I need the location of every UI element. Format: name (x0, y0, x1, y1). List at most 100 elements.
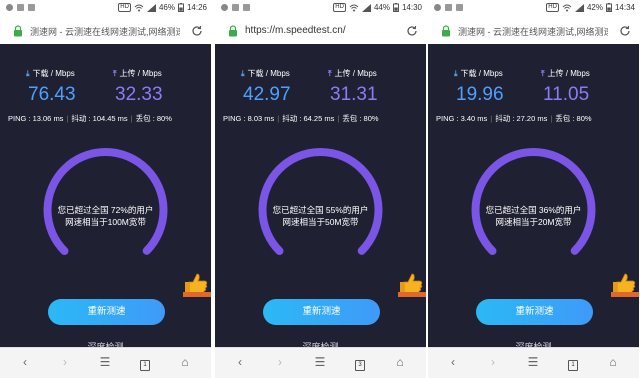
jitter-value: 抖动 : 64.25 ms (282, 114, 335, 123)
app-icon (28, 4, 35, 11)
download-label: ⤓ 下载 / Mbps (241, 68, 290, 79)
retest-button[interactable]: 重新测速 (476, 299, 593, 325)
menu-icon[interactable]: ☰ (98, 355, 112, 369)
loss-value: 丢包 : 80% (342, 114, 379, 123)
browser-nav-bar: ‹ › ☰ 1 ⌂ (0, 347, 211, 378)
notification-icons (434, 4, 463, 11)
tabs-count: 1 (568, 360, 578, 371)
connection-stats: PING : 8.03 ms | 抖动 : 64.25 ms | 丢包 : 80% (223, 114, 379, 123)
back-icon[interactable]: ‹ (18, 355, 32, 369)
reload-icon[interactable] (191, 25, 203, 37)
download-arrow-icon: ⤓ (26, 69, 30, 78)
notification-icon (434, 4, 441, 11)
upload-label: ⤒ 上传 / Mbps (328, 68, 377, 79)
tabs-icon[interactable]: 1 (566, 355, 580, 371)
speedtest-result: ⤓ 下载 / Mbps ⤒ 上传 / Mbps 42.97 31.31 PING :… (215, 44, 426, 347)
address-bar[interactable]: https://m.speedtest.cn/ (215, 18, 426, 45)
lock-icon (14, 25, 22, 37)
gallery-icon (445, 4, 452, 11)
url-text[interactable]: https://m.speedtest.cn/ (245, 25, 395, 39)
thumbs-up-icon (611, 273, 639, 297)
notification-icon (221, 4, 228, 11)
status-bar: HD 42% 14:34 (428, 0, 639, 18)
status-right: HD 46% 14:26 (118, 3, 207, 12)
status-bar: HD 44% 14:30 (215, 0, 426, 18)
upload-arrow-icon: ⤒ (328, 69, 332, 78)
url-text[interactable]: 测速网 - 云测速在线网速测试,网络测速 (30, 25, 180, 39)
download-label-text: 下载 / Mbps (32, 69, 75, 78)
status-bar: HD 46% 14:26 (0, 0, 211, 18)
menu-icon[interactable]: ☰ (313, 355, 327, 369)
reload-icon[interactable] (619, 25, 631, 37)
back-icon[interactable]: ‹ (233, 355, 247, 369)
bandwidth-equivalent: 网速相当于20M宽带 (495, 217, 572, 227)
url-text[interactable]: 测速网 - 云测速在线网速测试,网络测速 (458, 25, 608, 39)
notification-icons (221, 4, 250, 11)
home-icon[interactable]: ⌂ (393, 355, 407, 369)
signal-icon (146, 3, 156, 12)
tabs-count: 3 (355, 360, 365, 371)
lock-icon (229, 25, 237, 37)
bandwidth-equivalent: 网速相当于100M宽带 (65, 217, 146, 227)
battery-percent: 44% (373, 3, 390, 12)
upload-label-text: 上传 / Mbps (119, 69, 162, 78)
upload-label-text: 上传 / Mbps (547, 69, 590, 78)
home-icon[interactable]: ⌂ (606, 355, 620, 369)
reload-icon[interactable] (406, 25, 418, 37)
browser-screen: HD 46% 14:26 测速网 - 云测速在线网速测试,网络测速 ⤓ 下载 / … (0, 0, 211, 378)
ping-value: PING : 3.40 ms (436, 114, 488, 123)
bandwidth-equivalent: 网速相当于50M宽带 (282, 217, 359, 227)
battery-percent: 42% (586, 3, 603, 12)
ping-value: PING : 8.03 ms (223, 114, 275, 123)
hd-badge: HD (118, 3, 131, 12)
battery-icon (177, 3, 184, 12)
browser-nav-bar: ‹ › ☰ 1 ⌂ (428, 347, 639, 378)
percentile-text: 您已超过全国 72%的用户 (57, 205, 154, 215)
clock: 14:34 (614, 3, 635, 12)
speedtest-result: ⤓ 下载 / Mbps ⤒ 上传 / Mbps 76.43 32.33 PING :… (0, 44, 211, 347)
gallery-icon (17, 4, 24, 11)
back-icon[interactable]: ‹ (446, 355, 460, 369)
tabs-icon[interactable]: 1 (138, 355, 152, 371)
browser-screen: HD 42% 14:34 测速网 - 云测速在线网速测试,网络测速 ⤓ 下载 / … (428, 0, 639, 378)
download-arrow-icon: ⤓ (241, 69, 245, 78)
deep-check-link[interactable]: 深度检测 (428, 340, 639, 347)
gallery-icon (232, 4, 239, 11)
forward-icon[interactable]: › (486, 355, 500, 369)
address-bar[interactable]: 测速网 - 云测速在线网速测试,网络测速 (0, 18, 211, 45)
forward-icon[interactable]: › (58, 355, 72, 369)
address-bar[interactable]: 测速网 - 云测速在线网速测试,网络测速 (428, 18, 639, 45)
status-right: HD 44% 14:30 (333, 3, 422, 12)
upload-label-text: 上传 / Mbps (334, 69, 377, 78)
deep-check-link[interactable]: 深度检测 (0, 340, 211, 347)
gauge-arc (43, 148, 168, 256)
home-icon[interactable]: ⌂ (178, 355, 192, 369)
deep-check-link[interactable]: 深度检测 (215, 340, 426, 347)
battery-icon (392, 3, 399, 12)
hd-badge: HD (333, 3, 346, 12)
download-speed: 19.96 (456, 84, 504, 105)
upload-speed: 32.33 (115, 84, 163, 105)
gauge-arc (258, 148, 383, 256)
wifi-icon (349, 4, 359, 11)
upload-label: ⤒ 上传 / Mbps (113, 68, 162, 79)
thumbs-up-icon (398, 273, 426, 297)
browser-screen: HD 44% 14:30 https://m.speedtest.cn/ ⤓ 下载… (215, 0, 426, 378)
jitter-value: 抖动 : 104.45 ms (71, 114, 128, 123)
tabs-icon[interactable]: 3 (353, 355, 367, 371)
upload-label: ⤒ 上传 / Mbps (541, 68, 590, 79)
wifi-icon (134, 4, 144, 11)
retest-button[interactable]: 重新测速 (48, 299, 165, 325)
retest-button[interactable]: 重新测速 (263, 299, 380, 325)
percentile-text: 您已超过全国 55%的用户 (272, 205, 369, 215)
menu-icon[interactable]: ☰ (526, 355, 540, 369)
jitter-value: 抖动 : 27.20 ms (495, 114, 548, 123)
connection-stats: PING : 3.40 ms | 抖动 : 27.20 ms | 丢包 : 80% (436, 114, 592, 123)
lock-icon (442, 25, 450, 37)
ping-value: PING : 13.06 ms (8, 114, 64, 123)
tabs-count: 1 (140, 360, 150, 371)
forward-icon[interactable]: › (273, 355, 287, 369)
download-label-text: 下载 / Mbps (247, 69, 290, 78)
battery-percent: 46% (158, 3, 175, 12)
gauge-arc (471, 148, 596, 256)
